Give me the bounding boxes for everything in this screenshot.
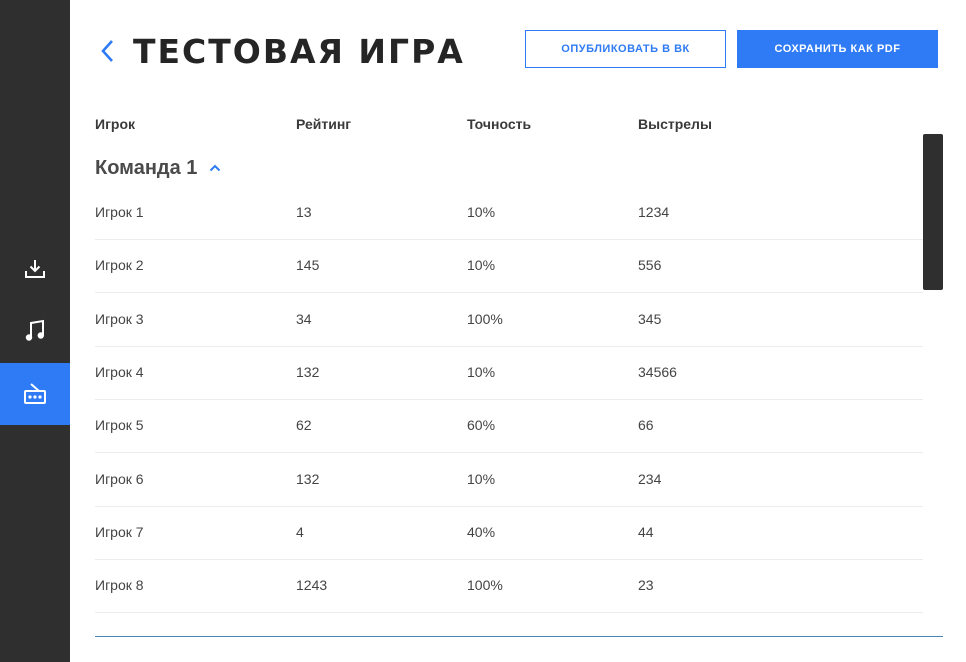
player-accuracy: 10% (467, 257, 496, 273)
player-accuracy: 100% (467, 577, 503, 593)
table-row: Игрок 8 1243 100% 23 (95, 560, 923, 613)
player-shots: 556 (638, 257, 662, 273)
player-accuracy: 100% (467, 311, 503, 327)
table-row: Игрок 5 62 60% 66 (95, 400, 923, 453)
player-rating: 1243 (296, 577, 328, 593)
player-shots: 345 (638, 311, 662, 327)
player-accuracy: 10% (467, 364, 496, 380)
player-shots: 1234 (638, 204, 670, 220)
table-row: Игрок 7 4 40% 44 (95, 507, 923, 560)
sidebar-item-music[interactable] (0, 300, 70, 362)
publish-vk-button[interactable]: ОПУБЛИКОВАТЬ В ВК (525, 30, 726, 68)
player-name: Игрок 7 (95, 524, 144, 540)
column-header-shots: Выстрелы (638, 116, 712, 132)
player-shots: 66 (638, 417, 654, 433)
scrollbar-thumb[interactable] (923, 134, 943, 290)
player-rating: 13 (296, 204, 312, 220)
player-rating: 132 (296, 364, 320, 380)
chevron-left-icon (100, 39, 114, 68)
column-header-rating: Рейтинг (296, 116, 352, 132)
player-name: Игрок 4 (95, 364, 144, 380)
player-name: Игрок 8 (95, 577, 144, 593)
player-shots: 23 (638, 577, 654, 593)
table-row: Игрок 4 132 10% 34566 (95, 347, 923, 400)
sidebar-item-radio[interactable] (0, 363, 70, 425)
player-rating: 34 (296, 311, 312, 327)
player-name: Игрок 2 (95, 257, 144, 273)
column-header-accuracy: Точность (467, 116, 532, 132)
radio-icon (23, 382, 47, 406)
save-pdf-button[interactable]: СОХРАНИТЬ КАК PDF (737, 30, 938, 68)
divider (95, 636, 943, 637)
player-name: Игрок 5 (95, 417, 144, 433)
table-row: Игрок 1 13 10% 1234 (95, 187, 923, 240)
sidebar (0, 0, 70, 662)
team-group-toggle[interactable]: Команда 1 (95, 155, 221, 181)
player-name: Игрок 1 (95, 204, 144, 220)
column-header-player: Игрок (95, 116, 136, 132)
table-row: Игрок 6 132 10% 234 (95, 454, 923, 507)
player-rating: 4 (296, 524, 304, 540)
chevron-up-icon (209, 159, 221, 177)
player-accuracy: 40% (467, 524, 496, 540)
music-icon (24, 319, 46, 343)
player-shots: 44 (638, 524, 654, 540)
player-accuracy: 10% (467, 471, 496, 487)
player-name: Игрок 6 (95, 471, 144, 487)
player-accuracy: 10% (467, 204, 496, 220)
player-rating: 145 (296, 257, 320, 273)
sidebar-item-download[interactable] (0, 238, 70, 300)
team-label: Команда 1 (95, 156, 198, 179)
player-rating: 132 (296, 471, 320, 487)
page-title: ТЕСТОВАЯ ИГРА (133, 32, 465, 71)
back-button[interactable] (96, 39, 118, 68)
player-shots: 234 (638, 471, 662, 487)
player-rating: 62 (296, 417, 312, 433)
player-shots: 34566 (638, 364, 677, 380)
download-icon (24, 258, 46, 280)
table-row: Игрок 3 34 100% 345 (95, 294, 923, 347)
player-name: Игрок 3 (95, 311, 144, 327)
table-row: Игрок 2 145 10% 556 (95, 240, 923, 293)
player-accuracy: 60% (467, 417, 496, 433)
